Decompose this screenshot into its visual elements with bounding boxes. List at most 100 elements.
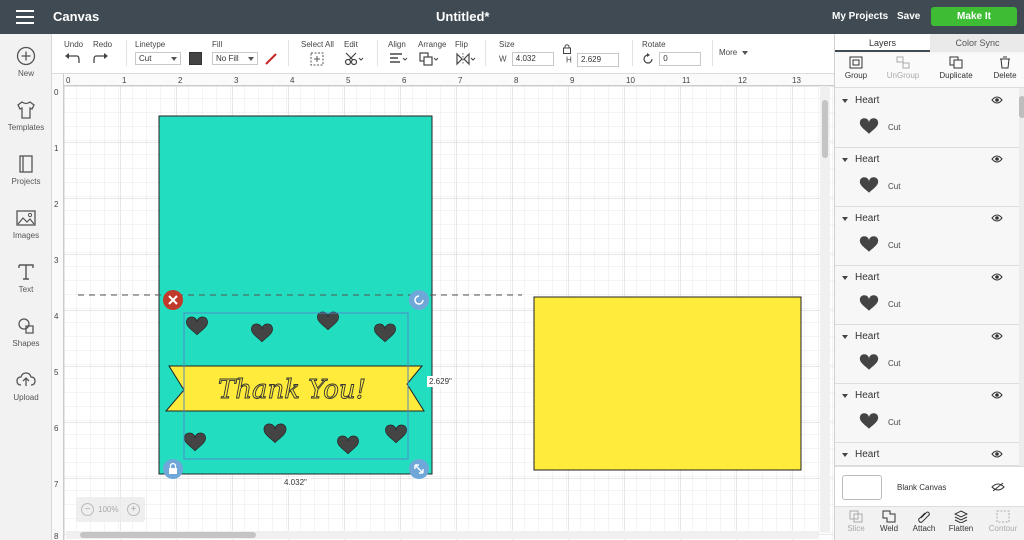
chevron-down-icon[interactable] xyxy=(842,217,848,221)
rotate-input[interactable]: 0 xyxy=(659,52,702,66)
templates-button[interactable]: Templates xyxy=(0,100,52,132)
layer-item[interactable]: Heart Cut xyxy=(835,384,1019,443)
attach-button[interactable]: Attach xyxy=(909,510,939,533)
zoom-control: − 100% + xyxy=(76,497,145,522)
blank-canvas-label: Blank Canvas xyxy=(897,483,947,492)
slice-button[interactable]: Slice xyxy=(841,510,871,533)
linetype-color-swatch[interactable] xyxy=(189,52,203,65)
chevron-down-icon[interactable] xyxy=(842,453,848,457)
flip-button[interactable]: Flip xyxy=(455,40,477,68)
layers-scroll-thumb[interactable] xyxy=(1019,96,1024,118)
lock-handle-icon xyxy=(169,468,177,474)
shapes-button[interactable]: Shapes xyxy=(0,316,52,348)
layers-panel: Layers Color Sync Group UnGroup Duplicat… xyxy=(834,34,1024,540)
chevron-down-icon[interactable] xyxy=(842,394,848,398)
images-button[interactable]: Images xyxy=(0,208,52,240)
top-bar: Canvas Untitled* My Projects Save Make I… xyxy=(0,0,1024,34)
fill-select[interactable]: No Fill xyxy=(212,52,258,65)
delete-button[interactable]: Delete xyxy=(990,56,1020,80)
align-label: Align xyxy=(388,40,406,49)
eye-icon[interactable] xyxy=(991,273,1003,281)
rotate-handle[interactable] xyxy=(409,290,429,310)
eye-icon[interactable] xyxy=(991,332,1003,340)
layers-scrollbar[interactable] xyxy=(1019,88,1024,466)
arrange-button[interactable]: Arrange xyxy=(418,40,446,68)
zoom-out-button[interactable]: − xyxy=(81,503,94,516)
eye-icon[interactable] xyxy=(991,155,1003,163)
contour-button[interactable]: Contour xyxy=(985,510,1021,533)
layer-item[interactable]: Heart Cut xyxy=(835,89,1019,148)
weld-button[interactable]: Weld xyxy=(875,510,903,533)
yellow-rectangle[interactable] xyxy=(533,296,802,471)
layer-item[interactable]: Heart Cut xyxy=(835,325,1019,384)
flatten-button[interactable]: Flatten xyxy=(945,510,977,533)
duplicate-button[interactable]: Duplicate xyxy=(938,56,974,80)
hamburger-menu-icon[interactable] xyxy=(16,10,34,24)
shirt-icon xyxy=(17,101,35,119)
layer-operation: Cut xyxy=(888,418,901,427)
select-all-button[interactable]: Select All xyxy=(301,40,334,68)
undo-icon xyxy=(65,53,80,63)
paperclip-icon xyxy=(918,511,930,523)
eye-icon[interactable] xyxy=(991,391,1003,399)
eye-icon[interactable] xyxy=(991,96,1003,104)
layer-item[interactable]: Heart Cut xyxy=(835,266,1019,325)
save-button[interactable]: Save xyxy=(897,11,920,22)
banner-text[interactable]: Thank You! xyxy=(217,375,366,406)
chevron-down-icon[interactable] xyxy=(842,99,848,103)
blank-canvas-row[interactable]: Blank Canvas xyxy=(835,466,1024,506)
group-icon xyxy=(849,56,863,69)
vertical-scrollbar[interactable] xyxy=(820,86,830,532)
align-button[interactable]: Align xyxy=(388,40,408,68)
more-button[interactable]: More xyxy=(719,48,749,57)
duplicate-label: Duplicate xyxy=(939,71,973,80)
text-button[interactable]: Text xyxy=(0,262,52,294)
layer-name: Heart xyxy=(855,449,880,460)
fill-control: Fill No Fill xyxy=(212,40,278,66)
undo-button[interactable]: Undo xyxy=(64,40,83,66)
linetype-select[interactable]: Cut xyxy=(135,52,181,65)
chevron-down-icon[interactable] xyxy=(842,335,848,339)
width-dimension-label: 4.032" xyxy=(282,477,309,488)
flip-icon xyxy=(456,52,476,66)
new-button[interactable]: New xyxy=(0,46,52,78)
layer-item[interactable]: Heart Cut xyxy=(835,148,1019,207)
height-input[interactable]: 2.629 xyxy=(577,53,620,67)
rotate-value: 0 xyxy=(663,54,668,63)
layer-item[interactable]: Heart xyxy=(835,443,1019,466)
vertical-scroll-thumb[interactable] xyxy=(822,100,828,158)
zoom-in-button[interactable]: + xyxy=(127,503,140,516)
eye-off-icon[interactable] xyxy=(991,482,1005,492)
group-button[interactable]: Group xyxy=(843,56,869,80)
layer-name: Heart xyxy=(855,95,880,106)
document-title[interactable]: Untitled* xyxy=(436,9,489,24)
blank-canvas-swatch[interactable] xyxy=(842,475,882,500)
upload-button[interactable]: Upload xyxy=(0,370,52,402)
my-projects-link[interactable]: My Projects xyxy=(832,11,888,22)
eye-icon[interactable] xyxy=(991,450,1003,458)
rotate-icon xyxy=(643,53,653,64)
slice-icon xyxy=(849,510,863,523)
heart-icon xyxy=(859,236,879,252)
horizontal-scrollbar[interactable] xyxy=(66,531,818,539)
redo-button[interactable]: Redo xyxy=(93,40,112,66)
projects-button[interactable]: Projects xyxy=(0,154,52,186)
shapes-icon xyxy=(18,318,34,334)
pen-icon[interactable] xyxy=(264,52,278,66)
upload-icon xyxy=(16,372,36,386)
edit-button[interactable]: Edit xyxy=(344,40,364,68)
ungroup-button[interactable]: UnGroup xyxy=(885,56,921,80)
width-input[interactable]: 4.032 xyxy=(511,52,554,66)
eye-icon[interactable] xyxy=(991,214,1003,222)
canvas-area[interactable]: 0 1 2 3 4 5 6 7 8 9 10 11 12 13 0 1 2 3 … xyxy=(52,74,834,540)
layer-item[interactable]: Heart Cut xyxy=(835,207,1019,266)
select-all-label: Select All xyxy=(301,40,334,49)
chevron-down-icon[interactable] xyxy=(842,276,848,280)
tab-color-sync[interactable]: Color Sync xyxy=(930,34,1024,52)
make-it-button[interactable]: Make It xyxy=(931,7,1017,26)
height-label: H xyxy=(566,55,572,65)
horizontal-scroll-thumb[interactable] xyxy=(80,532,256,538)
edit-label: Edit xyxy=(344,40,358,49)
chevron-down-icon[interactable] xyxy=(842,158,848,162)
tab-layers[interactable]: Layers xyxy=(835,34,930,52)
